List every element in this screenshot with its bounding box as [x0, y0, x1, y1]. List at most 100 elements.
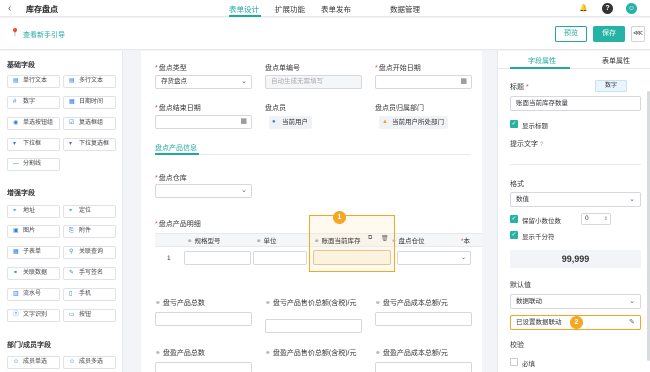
- ocr-icon: Ⓣ: [13, 312, 20, 318]
- start-date-field[interactable]: ▦: [375, 75, 472, 89]
- widget-member-single[interactable]: ☺ 成员单选: [7, 356, 60, 369]
- widget-member-multi[interactable]: ☺ 成员多选: [63, 356, 116, 369]
- user-icon: ●: [272, 119, 276, 125]
- tab-data-management[interactable]: 数据管理: [390, 4, 420, 15]
- widget-dropdown[interactable]: ▾ 下拉框: [7, 138, 60, 151]
- widget-multi-line-text[interactable]: ▤ 多行文本: [63, 75, 116, 88]
- widget-image[interactable]: ▣ 图片: [7, 225, 60, 238]
- user-icon: ☺: [13, 359, 20, 365]
- radio-icon: ◉: [13, 120, 19, 126]
- required-checkbox[interactable]: [510, 358, 518, 366]
- delete-icon[interactable]: 🗑: [381, 235, 389, 242]
- group-title-members: 部门/成员字段: [7, 342, 51, 349]
- field-label-loss-price: ⚭ 盘亏产品售价总额(含税)/元: [265, 300, 357, 307]
- inventory-type-select[interactable]: 存货盘点 ⌄: [155, 75, 252, 89]
- format-select[interactable]: 数值 ⌄: [510, 192, 641, 207]
- tab-form-properties[interactable]: 表单属性: [602, 56, 630, 66]
- loss-cost-field[interactable]: [375, 312, 472, 326]
- field-palette: 基础字段 ▤ 单行文本 ▤ 多行文本 # 数字 ▦ 日期时间 ◉ 单选按钮组 ☑ 复选框组 …: [0, 51, 123, 372]
- app-title: 库存盘点: [26, 5, 58, 14]
- default-value-label: 默认值: [510, 282, 531, 289]
- widget-related-query[interactable]: ⚲ 关联查询: [63, 246, 116, 259]
- format-preview: 99,999: [510, 250, 641, 268]
- gain-qty-field[interactable]: [155, 362, 252, 372]
- tab-field-properties[interactable]: 字段属性: [528, 56, 556, 66]
- back-icon[interactable]: ‹: [8, 3, 11, 14]
- default-value-select[interactable]: 数据联动 ⌄: [510, 294, 641, 309]
- widget-serial-number[interactable]: ▥ 流水号: [7, 288, 60, 301]
- widget-phone[interactable]: ▯ 手机: [63, 288, 116, 301]
- group-title-basic: 基础字段: [7, 62, 35, 69]
- help-icon: ?: [540, 142, 544, 148]
- field-label-dept: 盘点员归属部门: [375, 105, 424, 112]
- copy-icon[interactable]: ⧉: [368, 235, 372, 242]
- widget-button[interactable]: ▭ 按钮: [63, 309, 116, 322]
- widget-ocr[interactable]: Ⓣ 文字识别: [7, 309, 60, 322]
- book-stock-cell[interactable]: [313, 250, 391, 265]
- checkbox-icon: ☑: [69, 120, 75, 126]
- end-date-field[interactable]: ▦: [155, 115, 252, 129]
- decimals-stepper[interactable]: 0 ⇕: [581, 213, 611, 225]
- field-label-inventory-type: *盘点类型: [155, 65, 187, 72]
- show-title-label: 显示标题: [522, 123, 548, 130]
- save-button[interactable]: 保存: [593, 26, 625, 42]
- active-tab-indicator: [229, 15, 261, 17]
- field-label-gain-cost: ⚭ 盘盈产品成本总额/元: [375, 350, 448, 357]
- keep-decimals-checkbox[interactable]: ✓: [510, 215, 518, 223]
- bell-icon[interactable]: 🔔: [578, 3, 589, 14]
- table-icon: ▦: [13, 249, 19, 255]
- required-label: 必填: [522, 361, 535, 368]
- share-button[interactable]: ⋘: [631, 26, 645, 42]
- avatar[interactable]: ☺: [626, 3, 637, 14]
- tab-form-design[interactable]: 表单设计: [229, 4, 259, 15]
- field-label-gain-qty: ⚭ 盘盈产品总数: [155, 350, 205, 357]
- format-label: 格式: [510, 181, 524, 188]
- tab-active-indicator: [510, 67, 570, 69]
- view-guide-link[interactable]: 查看新手引导: [23, 30, 65, 40]
- widget-address[interactable]: ⌖ 地址: [7, 205, 60, 218]
- title-input[interactable]: 账面当前库存数量: [510, 96, 641, 111]
- thousands-checkbox[interactable]: ✓: [510, 231, 518, 239]
- users-icon: ☺: [69, 359, 76, 365]
- warehouse-select[interactable]: ⌄: [155, 184, 252, 198]
- spec-cell[interactable]: [184, 251, 251, 265]
- tab-extensions[interactable]: 扩展功能: [275, 4, 305, 15]
- tab-publish[interactable]: 表单发布: [321, 4, 351, 15]
- widget-related-data[interactable]: ⚭ 关联数据: [7, 267, 60, 280]
- keep-decimals-label: 保留小数位数: [522, 218, 561, 225]
- show-title-checkbox[interactable]: ✓: [510, 120, 518, 128]
- chevron-down-icon: ⌄: [241, 78, 247, 85]
- widget-datetime[interactable]: ▦ 日期时间: [63, 96, 116, 109]
- column-header-book-stock: ⚭ 账面当前库存: [314, 238, 361, 245]
- loss-qty-field[interactable]: [155, 312, 252, 326]
- pen-icon: ✎: [69, 270, 75, 276]
- column-header-location: ⚭ 盘点仓位: [391, 238, 425, 245]
- widget-attachment[interactable]: ⎘ 附件: [63, 225, 116, 238]
- text-icon: ▤: [13, 78, 19, 84]
- widget-single-line-text[interactable]: ▤ 单行文本: [7, 75, 60, 88]
- widget-signature[interactable]: ✎ 手写签名: [63, 267, 116, 280]
- widget-subform[interactable]: ▦ 子表单: [7, 246, 60, 259]
- tab-product-info[interactable]: 盘点产品信息: [155, 143, 197, 153]
- location-cell[interactable]: ⌄: [397, 251, 471, 265]
- edit-icon: ✎: [629, 319, 635, 326]
- unit-cell[interactable]: [253, 251, 307, 265]
- row-number: 1: [167, 255, 171, 262]
- help-icon[interactable]: ?: [602, 3, 613, 14]
- link-icon: ⚭: [13, 270, 19, 276]
- form-canvas: *盘点类型 存货盘点 ⌄ 盘点单编号 自动生成无需填写 *盘点开始日期 ▦ *盘点…: [124, 51, 497, 372]
- widget-divider[interactable]: — 分割线: [7, 158, 60, 171]
- form-sheet: *盘点类型 存货盘点 ⌄ 盘点单编号 自动生成无需填写 *盘点开始日期 ▦ *盘点…: [141, 51, 482, 372]
- serial-icon: ▥: [13, 291, 19, 297]
- loss-price-field[interactable]: [265, 319, 362, 333]
- preview-button[interactable]: 预览: [555, 26, 587, 42]
- widget-checkbox-group[interactable]: ☑ 复选框组: [63, 117, 116, 130]
- widget-number[interactable]: # 数字: [7, 96, 60, 109]
- locate-icon: ⌖: [69, 208, 73, 214]
- widget-dropdown-multi[interactable]: ▾ 下拉复选框: [63, 138, 116, 151]
- widget-radio-group[interactable]: ◉ 单选按钮组: [7, 117, 60, 130]
- gain-cost-field[interactable]: [375, 362, 472, 372]
- hint-input[interactable]: [510, 151, 641, 165]
- widget-location[interactable]: ⌖ 定位: [63, 205, 116, 218]
- chevron-down-icon: ⌄: [629, 298, 635, 305]
